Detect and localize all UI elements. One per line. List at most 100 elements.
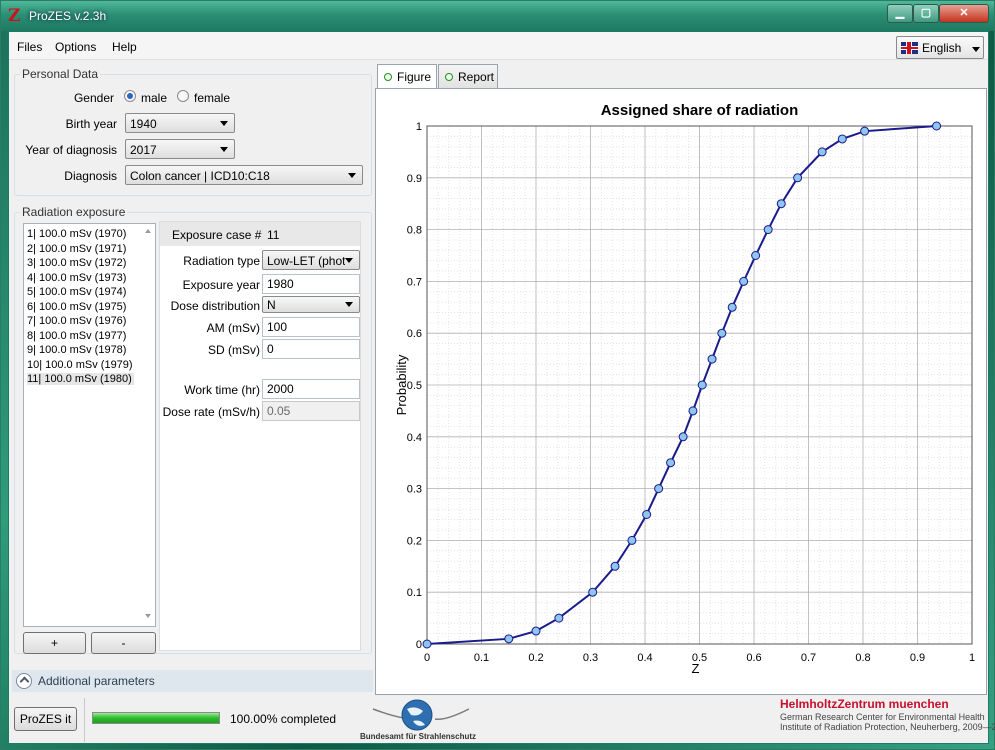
tab-figure[interactable]: Figure	[377, 64, 437, 89]
exposure-year-input[interactable]: 1980	[262, 274, 360, 294]
add-exposure-button[interactable]: +	[23, 632, 86, 654]
data-point	[642, 510, 652, 519]
hz-subtitle-1: German Research Center for Environmental…	[780, 712, 985, 722]
gender-female-radio[interactable]	[177, 90, 189, 102]
exposure-detail-panel: Exposure case # 11 Radiation type Low-LE…	[159, 221, 361, 651]
radiation-type-value: Low-LET (phot	[267, 254, 345, 268]
exposure-list-item[interactable]: 7| 100.0 mSv (1976)	[27, 315, 126, 327]
close-button[interactable]: ✕	[939, 4, 989, 23]
x-axis-label: Z	[692, 661, 700, 676]
exposure-list-item[interactable]: 10| 100.0 mSv (1979)	[27, 359, 133, 371]
hz-title: HelmholtzZentrum muenchen	[780, 697, 949, 711]
x-tick-label: 1	[969, 652, 975, 664]
x-tick-label: 0.9	[910, 652, 925, 664]
diagnosis-year-label: Year of diagnosis	[25, 143, 117, 157]
sd-input[interactable]: 0	[262, 339, 360, 359]
y-tick-label: 0.7	[407, 276, 422, 288]
maximize-button[interactable]: ▢	[913, 4, 939, 23]
additional-parameters-label: Additional parameters	[38, 674, 155, 688]
exposure-list-item[interactable]: 1| 100.0 mSv (1970)	[27, 228, 126, 240]
data-point	[837, 134, 847, 144]
figure-pane: 0 0.1 0.2 0.3 0.4 0.5 0.6 0.7 0.8 0.9 1 0 0.1 0.2 0.3 0…	[375, 88, 987, 695]
dose-distribution-select[interactable]: N	[262, 296, 360, 313]
progress-text: 100.00% completed	[230, 712, 337, 726]
data-point	[610, 561, 620, 571]
exposure-case-header: Exposure case # 11	[160, 222, 360, 246]
divider	[84, 698, 85, 742]
radiation-type-label: Radiation type	[183, 254, 260, 268]
data-point	[504, 634, 514, 644]
x-tick-label: 0.6	[746, 652, 761, 664]
data-point	[727, 302, 737, 312]
y-tick-label: 0.4	[407, 432, 422, 444]
scroll-up-icon[interactable]	[145, 229, 151, 233]
minimize-button[interactable]: ▁	[887, 4, 913, 23]
additional-parameters-expander[interactable]: Additional parameters	[12, 670, 373, 692]
probability-chart: 0 0.1 0.2 0.3 0.4 0.5 0.6 0.7 0.8 0.9 100.10.20.30…	[394, 102, 975, 676]
birth-year-select[interactable]: 1940	[125, 113, 235, 133]
window-title: ProZES v.2.3h	[29, 9, 107, 23]
data-point	[654, 484, 664, 494]
menu-help[interactable]: Help	[112, 40, 137, 54]
data-point	[932, 121, 942, 131]
gender-label: Gender	[73, 91, 114, 105]
diagnosis-year-select[interactable]: 2017	[125, 139, 235, 159]
chevron-down-icon	[345, 302, 353, 307]
exposure-list-item[interactable]: 5| 100.0 mSv (1974)	[27, 286, 126, 298]
data-point	[666, 458, 676, 468]
birth-year-label: Birth year	[65, 117, 117, 131]
diagnosis-select[interactable]: Colon cancer | ICD10:C18	[125, 165, 363, 185]
y-tick-label: 1	[416, 121, 422, 133]
y-tick-label: 0.1	[407, 587, 422, 599]
prozes-it-button[interactable]: ProZES it	[14, 707, 77, 731]
data-point	[751, 251, 761, 260]
chevron-down-icon	[345, 258, 353, 263]
remove-exposure-button[interactable]: -	[91, 632, 156, 654]
tab-figure-label: Figure	[397, 70, 432, 84]
am-input[interactable]: 100	[262, 317, 360, 337]
expand-up-icon	[16, 673, 32, 689]
x-tick-label: 0.8	[855, 652, 870, 664]
data-point	[531, 626, 541, 636]
exposure-list-item[interactable]: 8| 100.0 mSv (1977)	[27, 330, 126, 342]
x-tick-label: 0.2	[528, 652, 543, 664]
gender-female-label[interactable]: female	[194, 91, 230, 105]
y-tick-label: 0.9	[407, 173, 422, 185]
exposure-list-item[interactable]: 9| 100.0 mSv (1978)	[27, 344, 126, 356]
exposure-case-label: Exposure case #	[172, 228, 262, 242]
data-point	[554, 613, 564, 623]
radiation-exposure-title: Radiation exposure	[20, 205, 128, 219]
tab-report[interactable]: Report	[438, 64, 498, 88]
exposure-list-item[interactable]: 3| 100.0 mSv (1972)	[27, 257, 126, 269]
diagnosis-value: Colon cancer | ICD10:C18	[130, 169, 270, 183]
gender-male-radio[interactable]	[124, 90, 136, 102]
hz-subtitle-2: Institute of Radiation Protection, Neuhe…	[780, 722, 995, 732]
exposure-list-item[interactable]: 11| 100.0 mSv (1980)	[27, 373, 134, 385]
status-dot-icon	[445, 73, 453, 81]
chart-title: Assigned share of radiation	[601, 102, 799, 119]
exposure-list[interactable]: 1| 100.0 mSv (1970) 2| 100.0 mSv (1971) 3|…	[23, 223, 156, 627]
data-point	[776, 199, 786, 209]
y-tick-label: 0.2	[407, 535, 422, 547]
menu-options[interactable]: Options	[55, 40, 96, 54]
gender-male-label[interactable]: male	[141, 91, 167, 105]
title-bar[interactable]: Z ProZES v.2.3h ▁ ▢ ✕	[1, 1, 994, 31]
exposure-list-item[interactable]: 4| 100.0 mSv (1973)	[27, 272, 126, 284]
diagnosis-year-value: 2017	[130, 143, 157, 157]
menu-files[interactable]: Files	[17, 40, 42, 54]
data-point	[688, 406, 698, 416]
language-dropdown[interactable]: English	[896, 36, 984, 59]
radiation-type-select[interactable]: Low-LET (phot	[262, 250, 360, 270]
bfs-label: Bundesamt für Strahlenschutz	[360, 732, 477, 741]
language-label: English	[922, 41, 962, 55]
work-time-input[interactable]: 2000	[262, 379, 360, 399]
exposure-list-item[interactable]: 2| 100.0 mSv (1971)	[27, 243, 126, 255]
dose-distribution-label: Dose distribution	[170, 299, 260, 313]
scroll-down-icon[interactable]	[145, 614, 151, 618]
x-tick-label: 0.4	[637, 652, 652, 664]
dose-rate-input: 0.05	[262, 401, 360, 421]
y-tick-label: 0.6	[407, 328, 422, 340]
exposure-list-item[interactable]: 6| 100.0 mSv (1975)	[27, 301, 126, 313]
data-point	[678, 432, 688, 442]
chevron-down-icon	[348, 173, 356, 178]
